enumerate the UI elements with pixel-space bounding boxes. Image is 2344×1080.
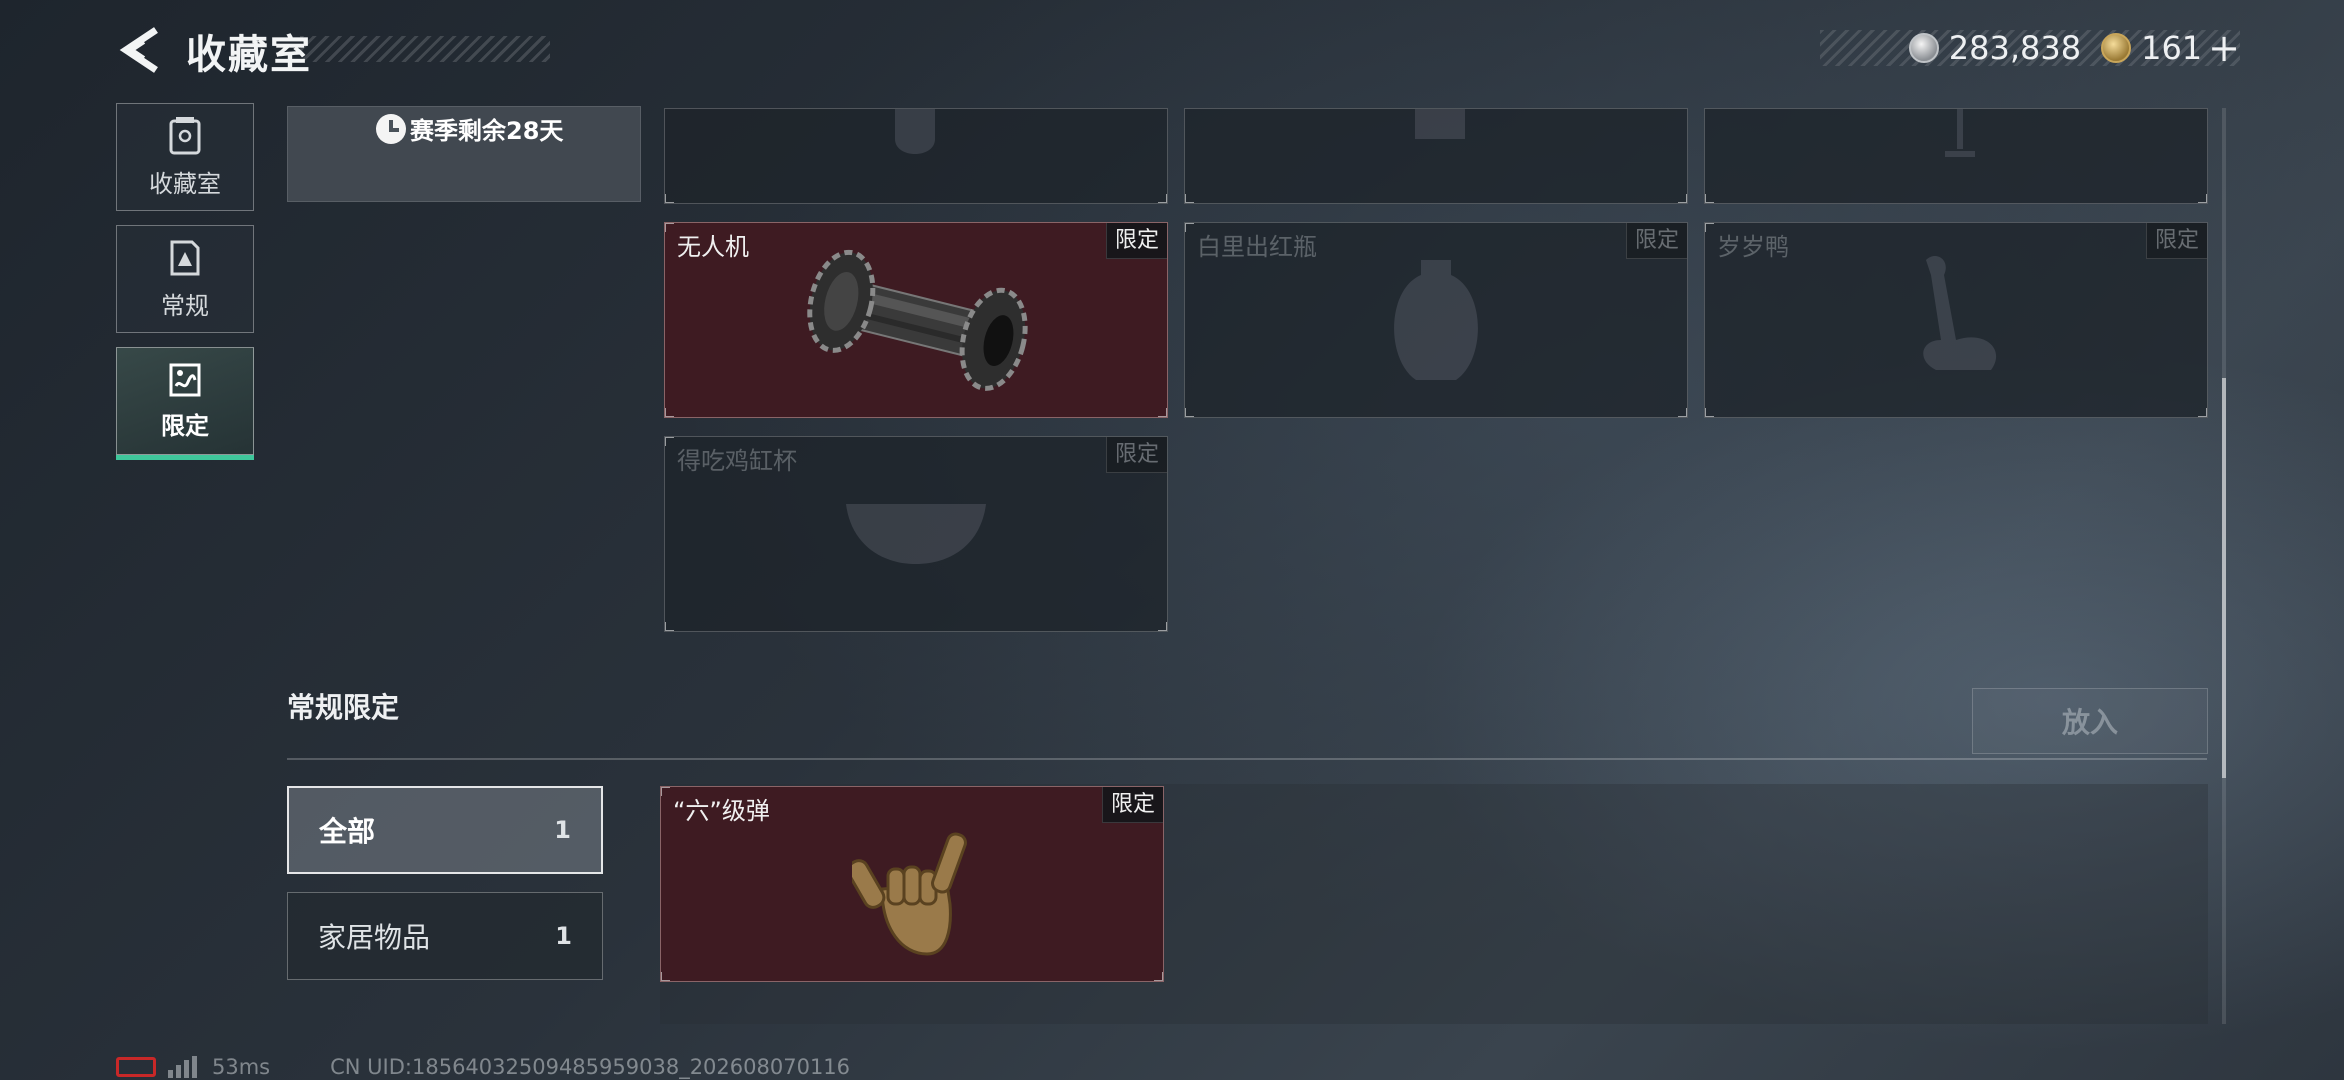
signal-icon xyxy=(168,1056,200,1078)
currency-bar: 283,838 161 + xyxy=(1820,29,2240,67)
gold-amount: 161 xyxy=(2141,29,2203,67)
season-remaining: 赛季剩余28天 xyxy=(376,111,563,146)
item-card-drone[interactable]: 无人机 限定 xyxy=(664,222,1168,418)
scrollbar-thumb[interactable] xyxy=(2222,378,2226,778)
put-in-button[interactable]: 放入 xyxy=(1972,688,2208,754)
filter-all[interactable]: 全部 1 xyxy=(287,786,603,874)
silver-coin-icon xyxy=(1908,33,1939,63)
item-card-partial[interactable] xyxy=(1184,108,1688,204)
item-card-partial[interactable] xyxy=(1704,108,2208,204)
limited-tag: 限定 xyxy=(1105,223,1167,259)
page-title: 收藏室 xyxy=(186,32,312,78)
nav-item-regular[interactable]: 常规 xyxy=(116,225,254,333)
item-card-partial[interactable] xyxy=(664,108,1168,204)
side-nav: 收藏室 常规 限定 xyxy=(116,103,254,469)
clock-icon xyxy=(376,113,406,144)
filter-count: 1 xyxy=(555,922,572,950)
gold-currency: 161 + xyxy=(2101,29,2240,67)
duck-icon xyxy=(1923,255,1997,370)
item-card-duck[interactable]: 岁岁鸭 限定 xyxy=(1704,222,2208,418)
item-name: 无人机 xyxy=(677,233,749,261)
item-name: 岁岁鸭 xyxy=(1717,233,1789,261)
filter-count: 1 xyxy=(554,816,571,844)
item-card-cup[interactable]: 得吃鸡缸杯 限定 xyxy=(664,436,1168,632)
nav-label-regular: 常规 xyxy=(161,291,209,320)
limited-icon xyxy=(169,363,201,396)
vase-icon xyxy=(1394,260,1478,380)
back-arrow-icon xyxy=(119,27,158,73)
header: 收藏室 283,838 161 + xyxy=(0,0,2344,100)
nav-label-limited: 限定 xyxy=(161,411,209,440)
section-title: 常规限定 xyxy=(287,691,400,724)
item-silhouette-icon xyxy=(1415,109,1465,139)
status-footer: 53ms CN UID:18564032509485959038_2026080… xyxy=(116,1054,850,1080)
filter-label: 家居物品 xyxy=(318,921,431,954)
scrollbar[interactable] xyxy=(2222,108,2226,1024)
cup-icon xyxy=(846,504,986,564)
silver-amount: 283,838 xyxy=(1948,29,2082,67)
item-card-vase[interactable]: 白里出红瓶 限定 xyxy=(1184,222,1688,418)
item-card-hand[interactable]: “六”级弹 限定 xyxy=(660,786,1164,982)
nav-item-collection[interactable]: 收藏室 xyxy=(116,103,254,211)
limited-tag: 限定 xyxy=(1105,437,1167,473)
season-card: 赛季剩余28天 xyxy=(287,106,641,202)
regular-icon xyxy=(170,240,200,275)
filter-home-items[interactable]: 家居物品 1 xyxy=(287,892,603,980)
item-silhouette-icon xyxy=(895,109,935,154)
item-name: “六”级弹 xyxy=(673,797,770,825)
section-divider xyxy=(287,758,2207,760)
back-button[interactable] xyxy=(112,22,168,78)
drone-icon xyxy=(807,249,1028,391)
title-decoration xyxy=(300,36,550,62)
nav-item-limited[interactable]: 限定 xyxy=(116,347,254,460)
season-remaining-text: 赛季剩余28天 xyxy=(410,117,564,145)
limited-tag: 限定 xyxy=(1625,223,1687,259)
limited-tag: 限定 xyxy=(1101,787,1163,823)
item-name: 白里出红瓶 xyxy=(1197,233,1317,261)
limited-tag: 限定 xyxy=(2145,223,2207,259)
filter-label: 全部 xyxy=(319,815,376,848)
uid-text: CN UID:18564032509485959038_202608070116 xyxy=(330,1055,851,1079)
silver-currency: 283,838 xyxy=(1908,29,2082,67)
nav-label-collection: 收藏室 xyxy=(149,169,221,198)
item-silhouette-icon xyxy=(1945,109,1975,157)
battery-icon xyxy=(116,1057,156,1077)
add-currency-button[interactable]: + xyxy=(2208,29,2240,67)
item-name: 得吃鸡缸杯 xyxy=(677,447,797,475)
collection-room-icon xyxy=(169,116,201,154)
hand-gesture-icon xyxy=(852,832,967,956)
ping-text: 53ms xyxy=(212,1055,271,1079)
gold-coin-icon xyxy=(2101,33,2132,63)
